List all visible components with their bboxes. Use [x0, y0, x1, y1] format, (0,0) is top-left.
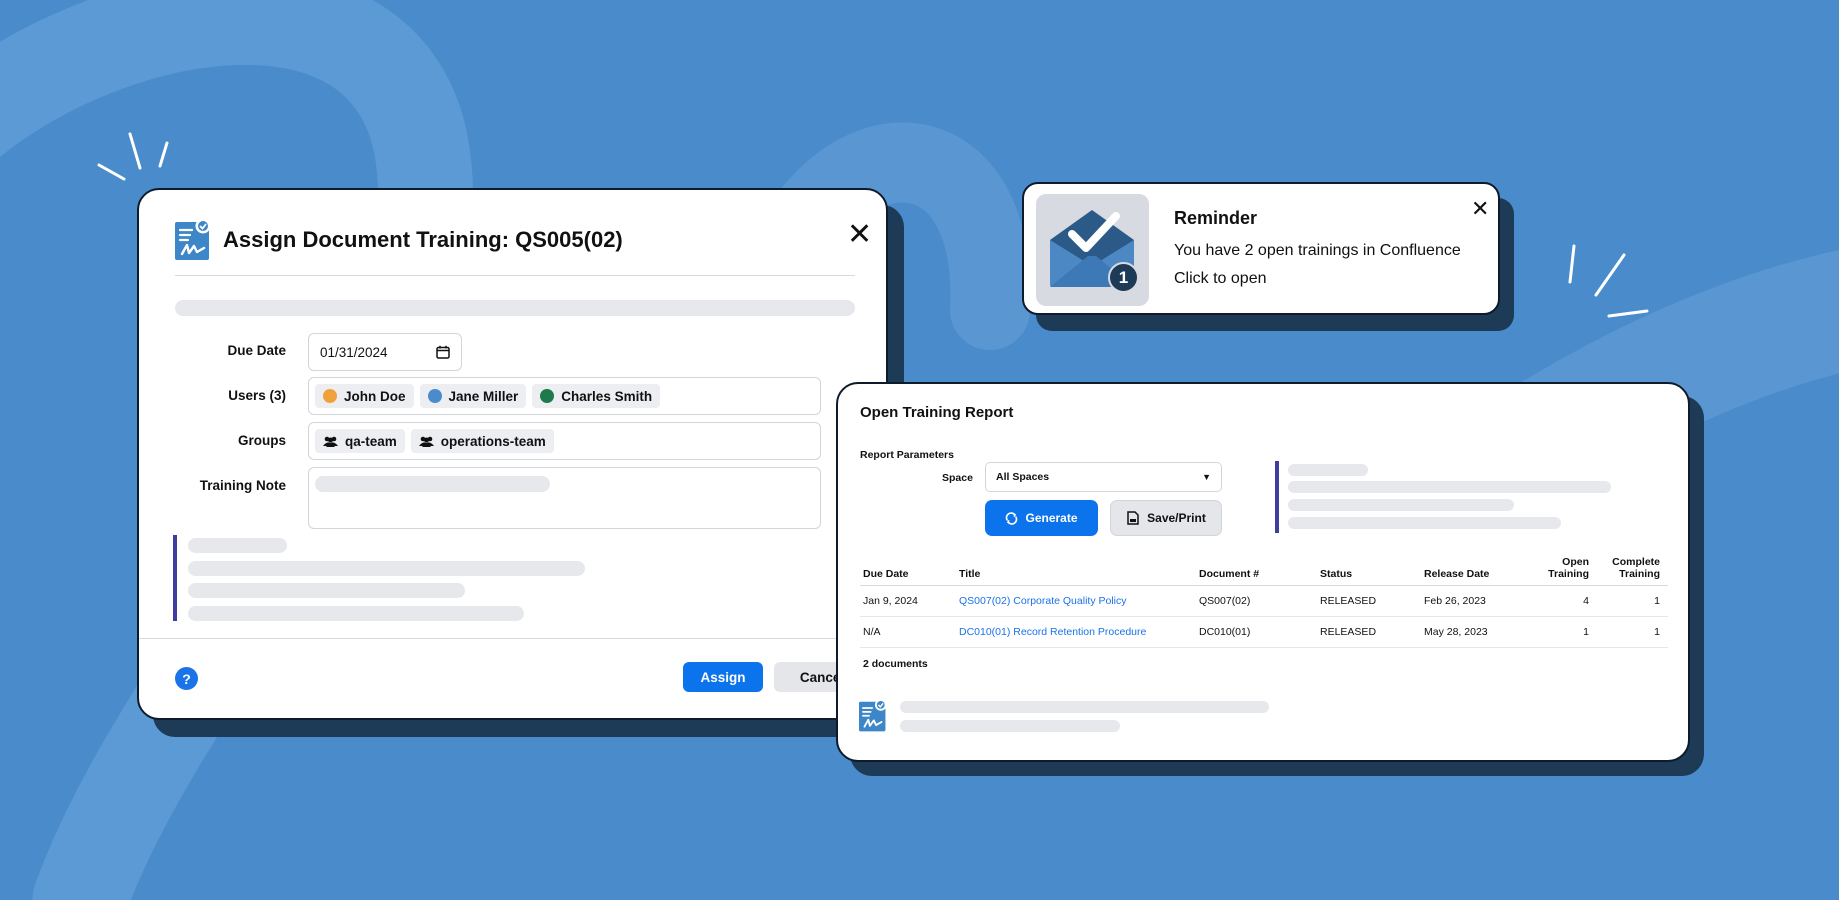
groups-label: Groups	[237, 433, 286, 448]
notification-badge: 1	[1108, 262, 1139, 293]
due-date-input[interactable]: 01/31/2024	[308, 333, 462, 371]
open-training-report: Open Training Report Report Parameters S…	[836, 382, 1690, 762]
reminder-title: Reminder	[1174, 208, 1258, 228]
users-label: Users (3)	[228, 388, 286, 403]
user-chip-charles-smith[interactable]: Charles Smith	[532, 384, 661, 408]
cell-release-date: May 28, 2023	[1421, 616, 1525, 649]
help-icon[interactable]: ?	[175, 667, 198, 690]
document-count: 2 documents	[863, 658, 928, 670]
dialog-title: Assign Document Training: QS005(02)	[223, 227, 623, 252]
info-accent-bar	[173, 535, 177, 621]
cell-complete-training: 1	[1597, 585, 1668, 618]
cell-title: QS007(02) Corporate Quality Policy	[956, 585, 1196, 618]
column-header-release-date[interactable]: Release Date	[1421, 556, 1525, 587]
document-icon	[1127, 511, 1139, 525]
user-chip-label: Charles Smith	[561, 388, 653, 404]
reminder-notification[interactable]: 1 Reminder You have 2 open trainings in …	[1022, 182, 1500, 315]
group-chip-operations-team[interactable]: operations-team	[410, 429, 554, 453]
group-chip-label: qa-team	[345, 433, 397, 449]
info-placeholder-line	[188, 583, 465, 598]
training-note-label: Training Note	[199, 478, 286, 493]
cell-due-date: Jan 9, 2024	[860, 585, 956, 618]
users-field[interactable]: John Doe Jane Miller Charles Smith	[308, 377, 821, 415]
space-select-value: All Spaces	[996, 471, 1050, 483]
table-header-row: Due Date Title Document # Status Release…	[860, 556, 1668, 587]
due-date-label: Due Date	[227, 343, 286, 358]
generate-button[interactable]: Generate	[985, 500, 1098, 536]
cell-release-date: Feb 26, 2023	[1421, 585, 1525, 618]
space-select[interactable]: All Spaces ▼	[985, 462, 1222, 492]
cell-document: DC010(01)	[1196, 616, 1317, 649]
column-header-complete-training[interactable]: Complete Training	[1597, 556, 1668, 587]
column-header-title[interactable]: Title	[956, 556, 1196, 587]
close-icon[interactable]: ✕	[847, 220, 872, 250]
save-print-label: Save/Print	[1147, 511, 1206, 525]
cell-due-date: N/A	[860, 616, 956, 649]
report-title: Open Training Report	[860, 404, 1014, 421]
user-chip-label: Jane Miller	[448, 388, 519, 404]
cell-open-training: 4	[1525, 585, 1597, 618]
info-placeholder-line	[188, 606, 524, 621]
column-header-document[interactable]: Document #	[1196, 556, 1317, 587]
user-avatar-dot	[540, 389, 555, 403]
document-training-icon	[175, 218, 211, 260]
group-icon	[323, 436, 338, 447]
cell-document: QS007(02)	[1196, 585, 1317, 618]
assign-button[interactable]: Assign	[683, 662, 763, 692]
placeholder-bar	[175, 300, 855, 316]
group-chip-qa-team[interactable]: qa-team	[315, 429, 405, 453]
report-accent-bar	[1275, 461, 1279, 533]
reminder-open-link[interactable]: Click to open	[1174, 270, 1267, 288]
cell-complete-training: 1	[1597, 616, 1668, 649]
reminder-message: You have 2 open trainings in Confluence	[1174, 242, 1461, 259]
footer-divider	[139, 638, 886, 639]
assign-training-dialog: Assign Document Training: QS005(02) ✕ Du…	[137, 188, 888, 720]
cell-status: RELEASED	[1317, 585, 1421, 618]
report-placeholder-line	[1288, 481, 1611, 493]
notification-badge-count: 1	[1118, 267, 1129, 287]
generate-button-label: Generate	[1025, 511, 1078, 525]
document-title-link[interactable]: DC010(01) Record Retention Procedure	[959, 626, 1146, 638]
footer-placeholder-line	[900, 701, 1269, 713]
group-chip-label: operations-team	[440, 433, 546, 449]
column-header-status[interactable]: Status	[1317, 556, 1421, 587]
space-label: Space	[942, 472, 973, 484]
group-icon	[418, 436, 434, 447]
document-title-link[interactable]: QS007(02) Corporate Quality Policy	[959, 595, 1127, 607]
table-row: N/A DC010(01) Record Retention Procedure…	[860, 616, 1668, 649]
report-placeholder-line	[1288, 464, 1368, 476]
report-placeholder-line	[1288, 499, 1514, 511]
column-header-open-training[interactable]: Open Training	[1525, 556, 1597, 587]
info-placeholder-line	[188, 561, 585, 576]
report-table: Due Date Title Document # Status Release…	[860, 556, 1668, 649]
document-training-icon	[859, 699, 887, 732]
table-row: Jan 9, 2024 QS007(02) Corporate Quality …	[860, 585, 1668, 618]
title-divider	[175, 275, 855, 276]
user-avatar-dot	[427, 389, 442, 403]
report-placeholder-line	[1288, 517, 1561, 529]
cell-open-training: 1	[1525, 616, 1597, 649]
user-chip-jane-miller[interactable]: Jane Miller	[419, 384, 527, 408]
user-chip-label: John Doe	[344, 388, 406, 404]
cell-title: DC010(01) Record Retention Procedure	[956, 616, 1196, 649]
due-date-value: 01/31/2024	[320, 344, 388, 360]
user-avatar-dot	[323, 389, 337, 403]
sparkle-right-icon	[1568, 244, 1649, 318]
footer-placeholder-line	[900, 720, 1120, 732]
save-print-button[interactable]: Save/Print	[1110, 500, 1222, 536]
info-placeholder-line	[188, 538, 287, 553]
calendar-icon[interactable]	[436, 345, 450, 359]
training-note-textarea[interactable]	[308, 467, 821, 529]
chevron-down-icon: ▼	[1202, 472, 1211, 482]
close-icon[interactable]: ✕	[1471, 198, 1489, 220]
groups-field[interactable]: qa-team operations-team	[308, 422, 821, 460]
report-parameters-label: Report Parameters	[860, 449, 954, 461]
user-chip-john-doe[interactable]: John Doe	[315, 384, 414, 408]
sparkle-left-icon	[97, 132, 169, 181]
column-header-due-date[interactable]: Due Date	[860, 556, 956, 587]
cell-status: RELEASED	[1317, 616, 1421, 649]
refresh-icon	[1006, 511, 1018, 525]
note-placeholder	[315, 476, 550, 492]
